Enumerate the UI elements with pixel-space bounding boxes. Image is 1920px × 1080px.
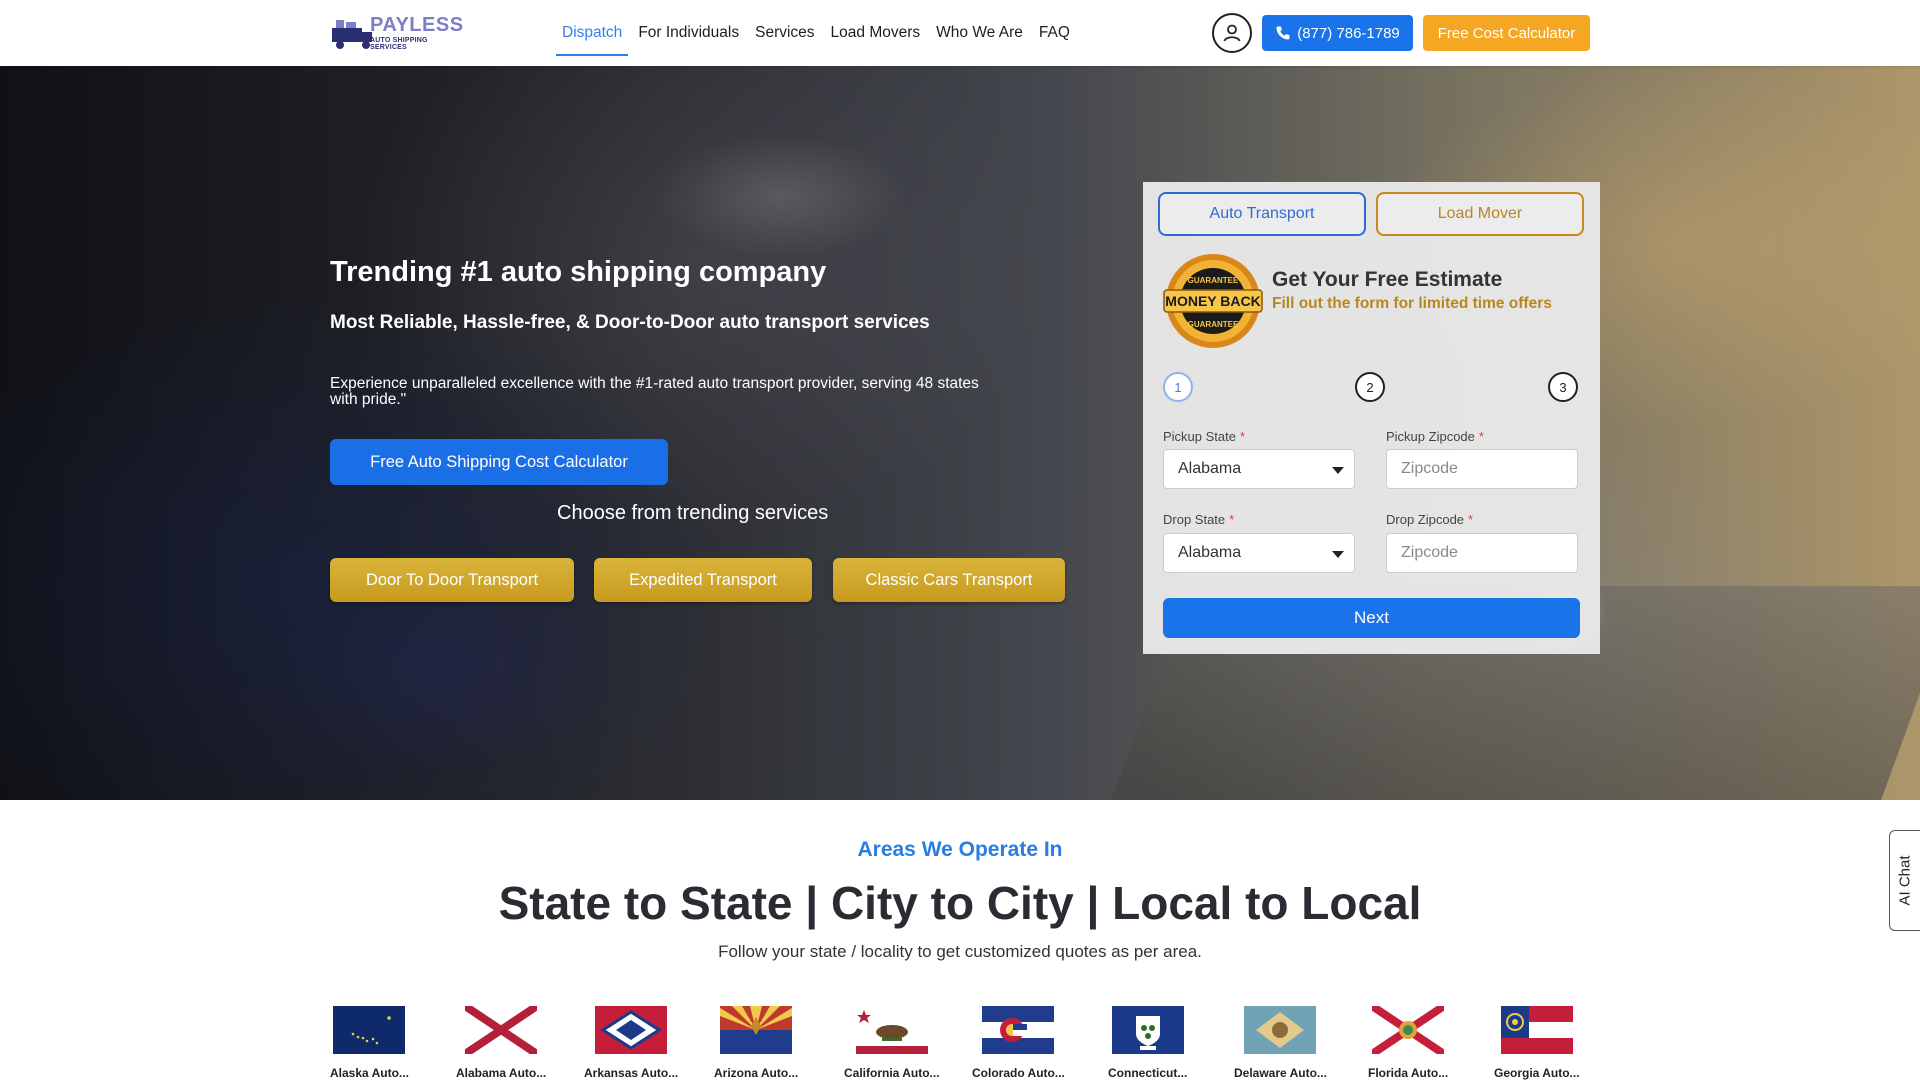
step-2-indicator: 2 <box>1355 372 1385 402</box>
georgia-flag-icon <box>1500 1006 1573 1054</box>
pickup-state-label: Pickup State * <box>1163 429 1246 444</box>
nav-for-individuals[interactable]: For Individuals <box>630 0 747 66</box>
state-label: Alabama Auto... <box>456 1066 547 1080</box>
trending-services-heading: Choose from trending services <box>557 502 829 524</box>
phone-number: (877) 786-1789 <box>1297 24 1400 42</box>
hero-title: Trending #1 auto shipping company <box>330 256 827 288</box>
colorado-flag-icon <box>982 1006 1055 1054</box>
state-card-alaska[interactable]: Alaska Auto... <box>330 1006 409 1080</box>
state-label: Colorado Auto... <box>972 1066 1065 1080</box>
free-cost-calculator-button[interactable]: Free Cost Calculator <box>1423 15 1590 51</box>
tab-load-mover[interactable]: Load Mover <box>1376 192 1584 236</box>
classic-cars-transport-button[interactable]: Classic Cars Transport <box>833 558 1065 602</box>
state-label: Arizona Auto... <box>714 1066 799 1080</box>
logo-brand: PAYLESS <box>370 14 464 36</box>
chevron-down-icon <box>1332 467 1344 474</box>
free-shipping-calculator-button[interactable]: Free Auto Shipping Cost Calculator <box>330 439 668 485</box>
account-button[interactable] <box>1212 13 1252 53</box>
tab-auto-transport[interactable]: Auto Transport <box>1158 192 1366 236</box>
hero-description: Experience unparalleled excellence with … <box>330 375 979 408</box>
user-icon <box>1223 24 1241 42</box>
state-card-delaware[interactable]: Delaware Auto... <box>1234 1006 1327 1080</box>
step-1-indicator: 1 <box>1163 372 1193 402</box>
arkansas-flag-icon <box>595 1006 668 1054</box>
areas-description: Follow your state / locality to get cust… <box>718 942 1202 961</box>
drop-state-label: Drop State * <box>1163 512 1235 527</box>
state-label: Florida Auto... <box>1368 1066 1449 1080</box>
state-card-arizona[interactable]: Arizona Auto... <box>714 1006 798 1080</box>
pickup-state-select[interactable]: Alabama <box>1163 449 1355 489</box>
state-card-connecticut[interactable]: Connecticut... <box>1108 1006 1187 1080</box>
state-label: Arkansas Auto... <box>584 1066 679 1080</box>
ai-chat-tab[interactable]: AI Chat <box>1889 830 1920 931</box>
site-header: PAYLESS AUTO SHIPPING SERVICES Dispatch … <box>0 0 1920 66</box>
phone-icon <box>1276 26 1290 40</box>
badge-bottom-text: GUARANTEE <box>1188 320 1239 329</box>
estimate-subtitle: Fill out the form for limited time offer… <box>1272 295 1552 312</box>
hero-subtitle: Most Reliable, Hassle-free, & Door-to-Do… <box>330 312 930 333</box>
pickup-zipcode-input[interactable]: Zipcode <box>1386 449 1578 489</box>
next-button[interactable]: Next <box>1163 598 1580 638</box>
state-card-colorado[interactable]: Colorado Auto... <box>972 1006 1065 1080</box>
door-to-door-transport-button[interactable]: Door To Door Transport <box>330 558 574 602</box>
alaska-flag-icon <box>333 1006 406 1054</box>
nav-load-movers[interactable]: Load Movers <box>823 0 929 66</box>
state-label: Alaska Auto... <box>330 1066 409 1080</box>
estimate-form: Auto Transport Load Mover MONEY BACK GUA… <box>1143 182 1600 654</box>
florida-flag-icon <box>1372 1006 1445 1054</box>
pickup-zipcode-label: Pickup Zipcode * <box>1386 429 1484 444</box>
ai-chat-label: AI Chat <box>1896 855 1914 906</box>
areas-eyebrow: Areas We Operate In <box>857 838 1063 861</box>
drop-zipcode-label: Drop Zipcode * <box>1386 512 1474 527</box>
alabama-flag-icon <box>465 1006 538 1054</box>
main-nav: Dispatch For Individuals Services Load M… <box>554 0 1078 66</box>
drop-zipcode-input[interactable]: Zipcode <box>1386 533 1578 573</box>
nav-dispatch[interactable]: Dispatch <box>554 0 630 66</box>
drop-state-select[interactable]: Alabama <box>1163 533 1355 573</box>
arizona-flag-icon <box>720 1006 793 1054</box>
state-card-arkansas[interactable]: Arkansas Auto... <box>584 1006 678 1080</box>
connecticut-flag-icon <box>1111 1006 1184 1054</box>
badge-top-text: GUARANTEE <box>1188 276 1239 285</box>
estimate-title: Get Your Free Estimate <box>1272 268 1503 291</box>
chevron-down-icon <box>1332 551 1344 558</box>
areas-title: State to State | City to City | Local to… <box>498 877 1422 929</box>
state-card-california[interactable]: California Auto... <box>844 1006 940 1080</box>
state-card-florida[interactable]: Florida Auto... <box>1368 1006 1448 1080</box>
payless-logo[interactable]: PAYLESS AUTO SHIPPING SERVICES <box>330 13 464 53</box>
state-label: California Auto... <box>844 1066 940 1080</box>
state-label: Georgia Auto... <box>1494 1066 1580 1080</box>
california-flag-icon <box>855 1006 928 1054</box>
state-flags-list: Alaska Auto... Alabama Auto... Arkansas … <box>330 1006 1600 1080</box>
nav-services[interactable]: Services <box>747 0 822 66</box>
logo-tagline: AUTO SHIPPING SERVICES <box>370 37 428 51</box>
money-back-guarantee-badge: MONEY BACK GUARANTEE GUARANTEE <box>1163 254 1263 348</box>
nav-faq[interactable]: FAQ <box>1031 0 1078 66</box>
badge-main-text: MONEY BACK <box>1165 293 1260 309</box>
hero-section: Trending #1 auto shipping company Most R… <box>0 66 1920 800</box>
delaware-flag-icon <box>1244 1006 1317 1054</box>
state-card-georgia[interactable]: Georgia Auto... <box>1494 1006 1580 1080</box>
state-card-alabama[interactable]: Alabama Auto... <box>456 1006 546 1080</box>
state-label: Connecticut... <box>1108 1066 1188 1080</box>
step-3-indicator: 3 <box>1548 372 1578 402</box>
nav-who-we-are[interactable]: Who We Are <box>928 0 1031 66</box>
phone-call-button[interactable]: (877) 786-1789 <box>1262 15 1413 51</box>
expedited-transport-button[interactable]: Expedited Transport <box>594 558 812 602</box>
state-label: Delaware Auto... <box>1234 1066 1327 1080</box>
